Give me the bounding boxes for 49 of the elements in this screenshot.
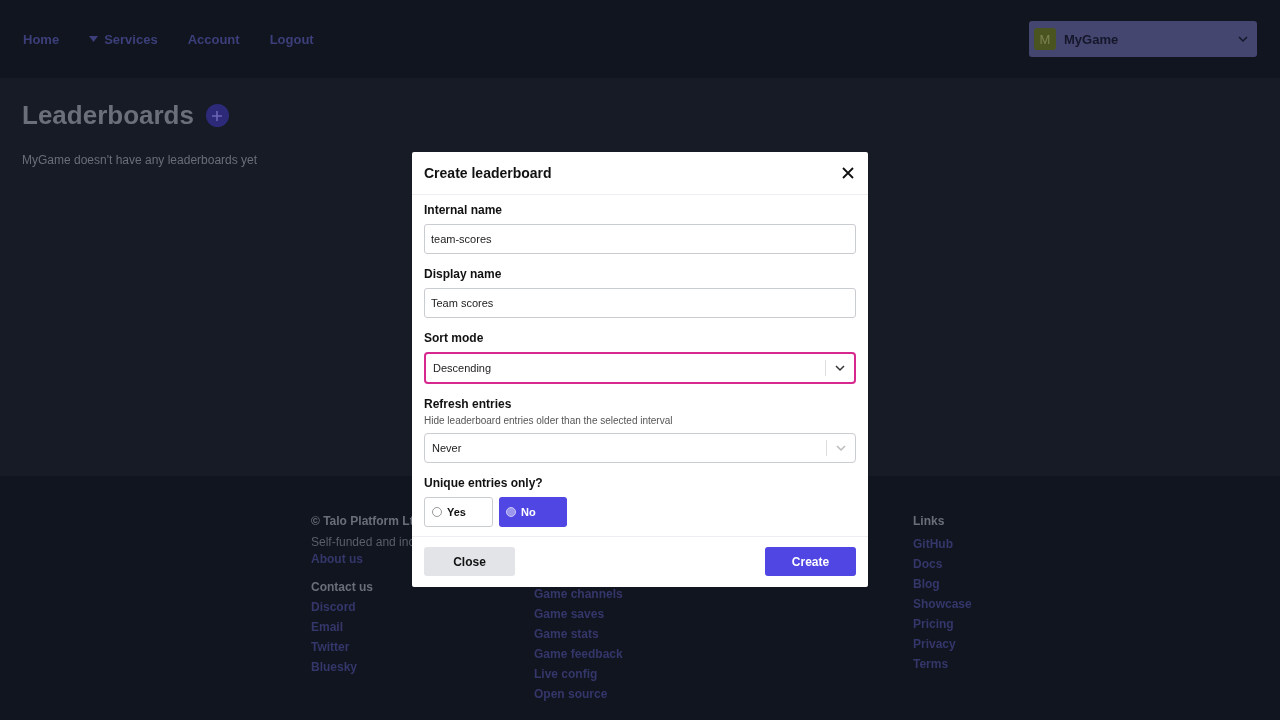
- nav-link[interactable]: Logout: [269, 31, 314, 47]
- input-field[interactable]: team-scores: [424, 224, 856, 254]
- plus-icon: [212, 110, 223, 121]
- select-field[interactable]: Descending: [424, 352, 856, 384]
- empty-message: MyGame doesn't have any leaderboards yet: [22, 153, 259, 167]
- footer-link[interactable]: Bluesky: [311, 657, 534, 677]
- radio-icon: [432, 507, 442, 517]
- field-label: Unique entries only?: [424, 476, 544, 490]
- footer-link[interactable]: Discord: [311, 597, 534, 617]
- footer-link[interactable]: Game feedback: [534, 644, 913, 664]
- field-label: Display name: [424, 267, 503, 281]
- footer-link[interactable]: Game channels: [534, 584, 913, 604]
- footer-link[interactable]: Blog: [913, 574, 1063, 594]
- footer-link[interactable]: GitHub: [913, 534, 1063, 554]
- footer-link[interactable]: Game stats: [534, 624, 913, 644]
- footer-link[interactable]: Email: [311, 617, 534, 637]
- modal-title: Create leaderboard: [424, 165, 552, 181]
- page-title: Leaderboards: [22, 100, 194, 131]
- radio-option[interactable]: Yes: [424, 497, 493, 527]
- footer-link[interactable]: Terms: [913, 654, 1063, 674]
- radio-icon: [506, 507, 516, 517]
- footer-link[interactable]: Live config: [534, 664, 913, 684]
- chevron-down-icon: [834, 362, 846, 374]
- radio-option[interactable]: No: [499, 497, 567, 527]
- add-button[interactable]: [205, 104, 229, 127]
- caret-icon: [89, 36, 99, 42]
- footer-link[interactable]: Open source: [534, 684, 913, 704]
- field-label: Sort mode: [424, 331, 485, 345]
- chevron-down-icon: [835, 442, 847, 454]
- nav-link[interactable]: Services: [89, 31, 158, 47]
- nav-link[interactable]: Account: [187, 31, 240, 47]
- footer-link[interactable]: Docs: [913, 554, 1063, 574]
- close-icon[interactable]: [840, 165, 856, 181]
- field-label: Internal name: [424, 203, 504, 217]
- footer-link[interactable]: Game saves: [534, 604, 913, 624]
- input-field[interactable]: Team scores: [424, 288, 856, 318]
- create-button[interactable]: Create: [765, 547, 856, 576]
- footer-heading: Contact us: [311, 579, 373, 596]
- footer-link[interactable]: Privacy: [913, 634, 1063, 654]
- chevron-down-icon: [1237, 33, 1249, 45]
- close-button[interactable]: Close: [424, 547, 515, 576]
- select-field[interactable]: Never: [424, 433, 856, 463]
- footer-heading: Links: [913, 513, 945, 530]
- nav-link[interactable]: Home: [23, 31, 60, 47]
- field-hint: Hide leaderboard entries older than the selected interval: [424, 415, 674, 426]
- footer-link[interactable]: Showcase: [913, 594, 1063, 614]
- footer-link[interactable]: Pricing: [913, 614, 1063, 634]
- footer-link[interactable]: Twitter: [311, 637, 534, 657]
- field-label: Refresh entries: [424, 397, 513, 411]
